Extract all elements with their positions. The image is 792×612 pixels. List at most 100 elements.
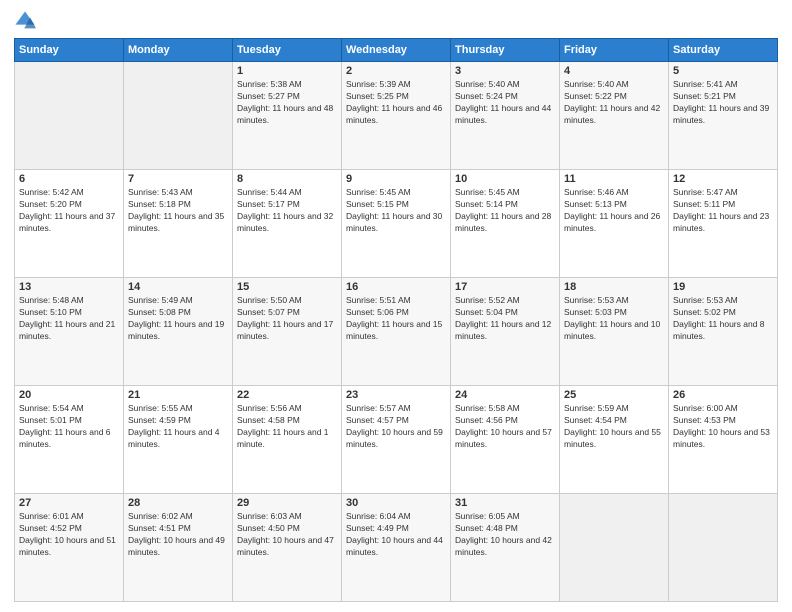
day-number: 5 <box>673 65 773 77</box>
day-info: Sunrise: 6:02 AMSunset: 4:51 PMDaylight:… <box>128 511 228 559</box>
day-number: 17 <box>455 281 555 293</box>
calendar-cell <box>669 494 778 602</box>
day-info: Sunrise: 5:44 AMSunset: 5:17 PMDaylight:… <box>237 187 337 235</box>
day-number: 14 <box>128 281 228 293</box>
calendar-cell <box>560 494 669 602</box>
day-info: Sunrise: 6:03 AMSunset: 4:50 PMDaylight:… <box>237 511 337 559</box>
day-info: Sunrise: 6:00 AMSunset: 4:53 PMDaylight:… <box>673 403 773 451</box>
calendar-week-2: 6Sunrise: 5:42 AMSunset: 5:20 PMDaylight… <box>15 170 778 278</box>
day-number: 12 <box>673 173 773 185</box>
calendar-cell: 19 Sunrise: 5:53 AMSunset: 5:02 PMDayligh… <box>669 278 778 386</box>
day-number: 10 <box>455 173 555 185</box>
day-number: 31 <box>455 497 555 509</box>
day-info: Sunrise: 5:40 AMSunset: 5:24 PMDaylight:… <box>455 79 555 127</box>
weekday-header-saturday: Saturday <box>669 39 778 62</box>
weekday-header-sunday: Sunday <box>15 39 124 62</box>
day-info: Sunrise: 5:42 AMSunset: 5:20 PMDaylight:… <box>19 187 119 235</box>
day-number: 28 <box>128 497 228 509</box>
calendar-cell: 12Sunrise: 5:47 AMSunset: 5:11 PMDayligh… <box>669 170 778 278</box>
day-info: Sunrise: 6:04 AMSunset: 4:49 PMDaylight:… <box>346 511 446 559</box>
weekday-header-tuesday: Tuesday <box>233 39 342 62</box>
day-info: Sunrise: 5:57 AMSunset: 4:57 PMDaylight:… <box>346 403 446 451</box>
day-info: Sunrise: 5:45 AMSunset: 5:14 PMDaylight:… <box>455 187 555 235</box>
calendar-cell: 4Sunrise: 5:40 AMSunset: 5:22 PMDaylight… <box>560 62 669 170</box>
logo-icon <box>14 10 36 32</box>
day-number: 19 <box>673 281 773 293</box>
day-number: 11 <box>564 173 664 185</box>
day-info: Sunrise: 6:05 AMSunset: 4:48 PMDaylight:… <box>455 511 555 559</box>
logo <box>14 10 40 32</box>
calendar-cell: 24Sunrise: 5:58 AMSunset: 4:56 PMDayligh… <box>451 386 560 494</box>
day-number: 25 <box>564 389 664 401</box>
day-number: 24 <box>455 389 555 401</box>
day-info: Sunrise: 5:53 AMSunset: 5:03 PMDaylight:… <box>564 295 664 343</box>
day-number: 3 <box>455 65 555 77</box>
calendar-cell: 26Sunrise: 6:00 AMSunset: 4:53 PMDayligh… <box>669 386 778 494</box>
weekday-row: SundayMondayTuesdayWednesdayThursdayFrid… <box>15 39 778 62</box>
day-number: 30 <box>346 497 446 509</box>
calendar-cell: 6Sunrise: 5:42 AMSunset: 5:20 PMDaylight… <box>15 170 124 278</box>
day-info: Sunrise: 5:50 AMSunset: 5:07 PMDaylight:… <box>237 295 337 343</box>
calendar-table: SundayMondayTuesdayWednesdayThursdayFrid… <box>14 38 778 602</box>
page: SundayMondayTuesdayWednesdayThursdayFrid… <box>0 0 792 612</box>
day-number: 20 <box>19 389 119 401</box>
day-info: Sunrise: 5:56 AMSunset: 4:58 PMDaylight:… <box>237 403 337 451</box>
weekday-header-wednesday: Wednesday <box>342 39 451 62</box>
day-number: 7 <box>128 173 228 185</box>
calendar-cell: 18 Sunrise: 5:53 AMSunset: 5:03 PMDayligh… <box>560 278 669 386</box>
calendar-cell: 30 Sunrise: 6:04 AMSunset: 4:49 PMDayligh… <box>342 494 451 602</box>
calendar-cell: 28 Sunrise: 6:02 AMSunset: 4:51 PMDayligh… <box>124 494 233 602</box>
day-info: Sunrise: 5:55 AMSunset: 4:59 PMDaylight:… <box>128 403 228 451</box>
day-info: Sunrise: 5:38 AMSunset: 5:27 PMDaylight:… <box>237 79 337 127</box>
calendar-cell: 15Sunrise: 5:50 AMSunset: 5:07 PMDayligh… <box>233 278 342 386</box>
day-number: 21 <box>128 389 228 401</box>
day-info: Sunrise: 5:41 AMSunset: 5:21 PMDaylight:… <box>673 79 773 127</box>
day-number: 23 <box>346 389 446 401</box>
day-number: 9 <box>346 173 446 185</box>
day-number: 2 <box>346 65 446 77</box>
day-number: 22 <box>237 389 337 401</box>
day-info: Sunrise: 5:52 AMSunset: 5:04 PMDaylight:… <box>455 295 555 343</box>
calendar-week-1: 1 Sunrise: 5:38 AMSunset: 5:27 PMDaylight… <box>15 62 778 170</box>
calendar-cell: 9 Sunrise: 5:45 AMSunset: 5:15 PMDaylight… <box>342 170 451 278</box>
calendar-cell: 13Sunrise: 5:48 AMSunset: 5:10 PMDayligh… <box>15 278 124 386</box>
day-info: Sunrise: 5:45 AMSunset: 5:15 PMDaylight:… <box>346 187 446 235</box>
calendar-cell: 21 Sunrise: 5:55 AMSunset: 4:59 PMDayligh… <box>124 386 233 494</box>
calendar-cell: 16 Sunrise: 5:51 AMSunset: 5:06 PMDayligh… <box>342 278 451 386</box>
calendar-week-5: 27 Sunrise: 6:01 AMSunset: 4:52 PMDayligh… <box>15 494 778 602</box>
day-number: 27 <box>19 497 119 509</box>
calendar-cell: 23 Sunrise: 5:57 AMSunset: 4:57 PMDayligh… <box>342 386 451 494</box>
calendar-cell: 22 Sunrise: 5:56 AMSunset: 4:58 PMDayligh… <box>233 386 342 494</box>
day-info: Sunrise: 5:53 AMSunset: 5:02 PMDaylight:… <box>673 295 773 343</box>
day-number: 16 <box>346 281 446 293</box>
day-info: Sunrise: 5:46 AMSunset: 5:13 PMDaylight:… <box>564 187 664 235</box>
day-number: 1 <box>237 65 337 77</box>
calendar-body: 1 Sunrise: 5:38 AMSunset: 5:27 PMDaylight… <box>15 62 778 602</box>
weekday-header-monday: Monday <box>124 39 233 62</box>
day-info: Sunrise: 5:48 AMSunset: 5:10 PMDaylight:… <box>19 295 119 343</box>
day-number: 18 <box>564 281 664 293</box>
calendar-cell <box>124 62 233 170</box>
calendar-week-4: 20Sunrise: 5:54 AMSunset: 5:01 PMDayligh… <box>15 386 778 494</box>
day-info: Sunrise: 5:51 AMSunset: 5:06 PMDaylight:… <box>346 295 446 343</box>
calendar-cell: 11 Sunrise: 5:46 AMSunset: 5:13 PMDayligh… <box>560 170 669 278</box>
calendar-cell: 2 Sunrise: 5:39 AMSunset: 5:25 PMDaylight… <box>342 62 451 170</box>
calendar-cell: 29 Sunrise: 6:03 AMSunset: 4:50 PMDayligh… <box>233 494 342 602</box>
day-info: Sunrise: 5:59 AMSunset: 4:54 PMDaylight:… <box>564 403 664 451</box>
calendar-header: SundayMondayTuesdayWednesdayThursdayFrid… <box>15 39 778 62</box>
day-number: 29 <box>237 497 337 509</box>
calendar-cell: 31 Sunrise: 6:05 AMSunset: 4:48 PMDayligh… <box>451 494 560 602</box>
calendar-cell: 10 Sunrise: 5:45 AMSunset: 5:14 PMDayligh… <box>451 170 560 278</box>
day-info: Sunrise: 6:01 AMSunset: 4:52 PMDaylight:… <box>19 511 119 559</box>
calendar-cell: 3 Sunrise: 5:40 AMSunset: 5:24 PMDaylight… <box>451 62 560 170</box>
day-info: Sunrise: 5:43 AMSunset: 5:18 PMDaylight:… <box>128 187 228 235</box>
calendar-cell: 1 Sunrise: 5:38 AMSunset: 5:27 PMDaylight… <box>233 62 342 170</box>
calendar-cell <box>15 62 124 170</box>
calendar-cell: 20Sunrise: 5:54 AMSunset: 5:01 PMDayligh… <box>15 386 124 494</box>
calendar-week-3: 13Sunrise: 5:48 AMSunset: 5:10 PMDayligh… <box>15 278 778 386</box>
day-info: Sunrise: 5:39 AMSunset: 5:25 PMDaylight:… <box>346 79 446 127</box>
calendar-cell: 8Sunrise: 5:44 AMSunset: 5:17 PMDaylight… <box>233 170 342 278</box>
day-info: Sunrise: 5:40 AMSunset: 5:22 PMDaylight:… <box>564 79 664 127</box>
weekday-header-thursday: Thursday <box>451 39 560 62</box>
calendar-cell: 5 Sunrise: 5:41 AMSunset: 5:21 PMDaylight… <box>669 62 778 170</box>
